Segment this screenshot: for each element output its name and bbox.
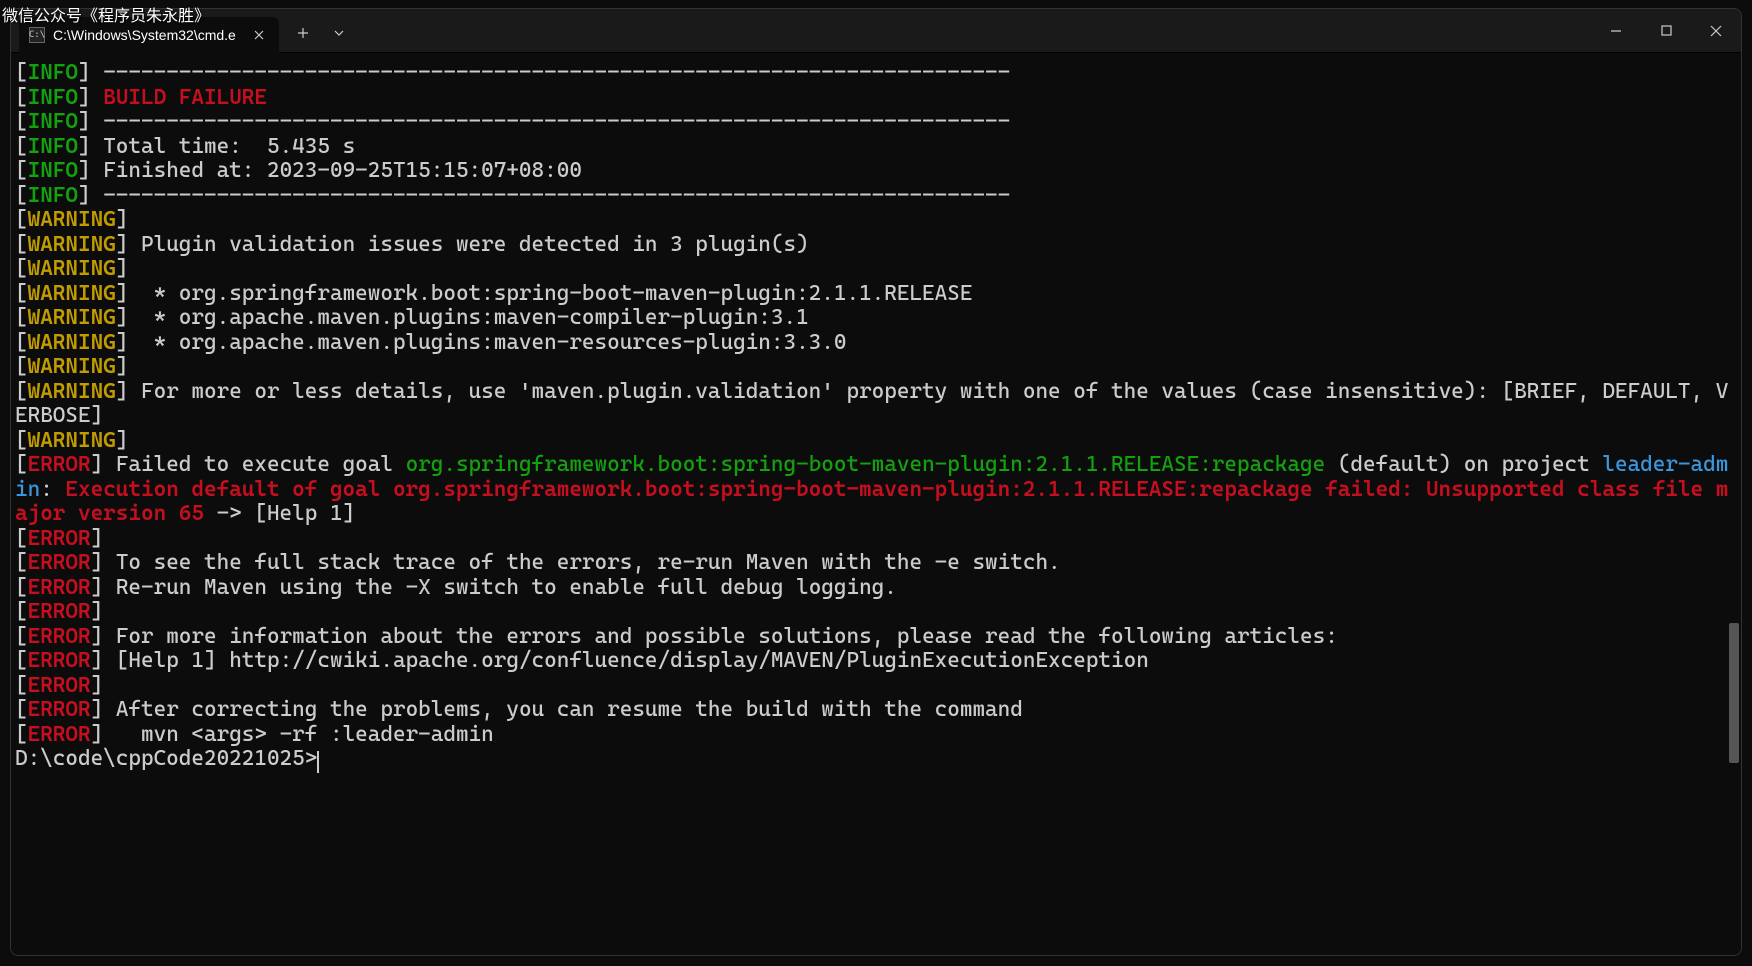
minimize-button[interactable] (1591, 13, 1641, 49)
new-tab-button[interactable] (285, 15, 321, 51)
terminal-line: [ERROR] [Help 1] http://cwiki.apache.org… (15, 649, 1737, 674)
tab-close-button[interactable] (249, 25, 269, 45)
terminal-line: [ERROR] mvn <args> -rf :leader-admin (15, 723, 1737, 748)
tab-dropdown-button[interactable] (321, 15, 357, 51)
titlebar: C:\ C:\Windows\System32\cmd.e (11, 9, 1741, 53)
terminal-line: [INFO] ---------------------------------… (15, 110, 1737, 135)
cmd-icon: C:\ (29, 27, 45, 43)
terminal-line: [ERROR] After correcting the problems, y… (15, 698, 1737, 723)
terminal-body[interactable]: [INFO] ---------------------------------… (11, 53, 1741, 955)
terminal-line: [WARNING] (15, 429, 1737, 454)
terminal-line: [WARNING] (15, 355, 1737, 380)
window-controls (1591, 9, 1741, 52)
terminal-line: [WARNING] (15, 257, 1737, 282)
watermark-text: 微信公众号《程序员朱永胜》 (2, 2, 210, 26)
terminal-line: [ERROR] (15, 674, 1737, 699)
terminal-line: [WARNING] For more or less details, use … (15, 380, 1737, 429)
terminal-line: [WARNING] * org.springframework.boot:spr… (15, 282, 1737, 307)
terminal-line: [ERROR] To see the full stack trace of t… (15, 551, 1737, 576)
terminal-window: C:\ C:\Windows\System32\cmd.e (10, 8, 1742, 956)
terminal-line: [INFO] ---------------------------------… (15, 184, 1737, 209)
terminal-line: [INFO] Finished at: 2023-09-25T15:15:07+… (15, 159, 1737, 184)
terminal-line: [WARNING] (15, 208, 1737, 233)
terminal-content[interactable]: [INFO] ---------------------------------… (15, 61, 1737, 772)
terminal-line: [ERROR] Failed to execute goal org.sprin… (15, 453, 1737, 527)
terminal-line: [INFO] BUILD FAILURE (15, 86, 1737, 111)
cursor (317, 751, 319, 773)
prompt-line[interactable]: D:\code\cppCode20221025> (15, 747, 1737, 772)
terminal-line: [ERROR] (15, 527, 1737, 552)
terminal-line: [ERROR] For more information about the e… (15, 625, 1737, 650)
close-button[interactable] (1691, 13, 1741, 49)
scrollbar-thumb[interactable] (1729, 623, 1739, 763)
terminal-line: [WARNING] * org.apache.maven.plugins:mav… (15, 306, 1737, 331)
maximize-button[interactable] (1641, 13, 1691, 49)
terminal-line: [INFO] Total time: 5.435 s (15, 135, 1737, 160)
tab-title: C:\Windows\System32\cmd.e (53, 27, 241, 43)
terminal-line: [ERROR] Re-run Maven using the -X switch… (15, 576, 1737, 601)
terminal-line: [WARNING] * org.apache.maven.plugins:mav… (15, 331, 1737, 356)
terminal-line: [ERROR] (15, 600, 1737, 625)
terminal-line: [WARNING] Plugin validation issues were … (15, 233, 1737, 258)
terminal-line: [INFO] ---------------------------------… (15, 61, 1737, 86)
